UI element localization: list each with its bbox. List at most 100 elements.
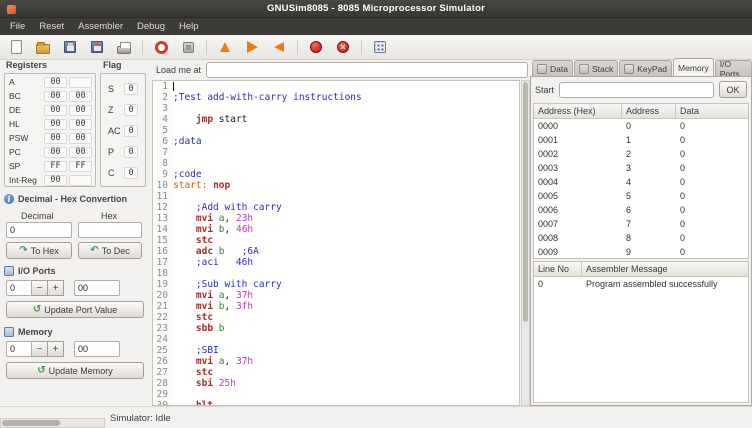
flag-value[interactable]: 0 xyxy=(124,83,138,95)
editor-line[interactable]: 29 xyxy=(153,389,519,400)
step-out-button[interactable] xyxy=(216,38,234,56)
save-as-button[interactable] xyxy=(88,38,106,56)
start-address-input[interactable] xyxy=(559,82,714,98)
io-port-value-input[interactable]: 00 xyxy=(74,280,120,296)
register-value-low[interactable]: FF xyxy=(69,161,92,172)
editor-line[interactable]: 5 xyxy=(153,125,519,136)
register-value-low[interactable]: 00 xyxy=(69,147,92,158)
editor-line[interactable]: 19 ;Sub with carry xyxy=(153,279,519,290)
flag-value[interactable]: 0 xyxy=(124,146,138,158)
editor-line[interactable]: 21 mvi b, 3fh xyxy=(153,301,519,312)
register-value-high[interactable]: 00 xyxy=(44,105,67,116)
editor-line[interactable]: 3 xyxy=(153,103,519,114)
keypad-button[interactable] xyxy=(371,38,389,56)
tab-data[interactable]: Data xyxy=(532,60,573,76)
register-value-high[interactable]: 00 xyxy=(44,147,67,158)
editor-line[interactable]: 8 xyxy=(153,158,519,169)
decimal-input[interactable]: 0 xyxy=(6,222,72,238)
register-value-low[interactable]: 00 xyxy=(69,91,92,102)
editor-line[interactable]: 17 ;aci 46h xyxy=(153,257,519,268)
memory-row[interactable]: 000110 xyxy=(534,133,748,147)
memory-value-input[interactable]: 00 xyxy=(74,341,120,357)
save-button[interactable] xyxy=(61,38,79,56)
register-value-high[interactable]: FF xyxy=(44,161,67,172)
editor-line[interactable]: 11 xyxy=(153,191,519,202)
editor-vertical-scrollbar[interactable] xyxy=(521,80,530,406)
tab-stack[interactable]: Stack xyxy=(574,60,618,76)
stop-button[interactable]: × xyxy=(334,38,352,56)
memory-address-input[interactable]: 0 xyxy=(6,341,32,357)
flag-value[interactable]: 0 xyxy=(124,104,138,116)
register-value-high[interactable]: 00 xyxy=(44,91,67,102)
print-button[interactable] xyxy=(115,38,133,56)
editor-line[interactable]: 24 xyxy=(153,334,519,345)
to-hex-button[interactable]: ↷ To Hex xyxy=(6,242,72,259)
memory-row[interactable]: 000770 xyxy=(534,217,748,231)
step-back-button[interactable] xyxy=(270,38,288,56)
column-header[interactable]: Assembler Message xyxy=(582,262,748,277)
register-value-high[interactable]: 00 xyxy=(44,119,67,130)
message-row[interactable]: 0Program assembled successfully xyxy=(534,277,748,291)
memory-row[interactable]: 000880 xyxy=(534,231,748,245)
editor-line[interactable]: 27 stc xyxy=(153,367,519,378)
column-header[interactable]: Line No xyxy=(534,262,582,277)
editor-line[interactable]: 1 xyxy=(153,81,519,92)
editor-line[interactable]: 7 xyxy=(153,147,519,158)
editor-line[interactable]: 15 stc xyxy=(153,235,519,246)
hex-input[interactable] xyxy=(78,222,142,238)
to-dec-button[interactable]: ↶ To Dec xyxy=(78,242,142,259)
editor-line[interactable]: 20 mvi a, 37h xyxy=(153,290,519,301)
tab-i-o-ports[interactable]: I/O Ports xyxy=(715,60,752,76)
editor-line[interactable]: 12 ;Add with carry xyxy=(153,202,519,213)
converter-section-header[interactable]: i Decimal - Hex Convertion xyxy=(4,194,127,204)
scrollbar-thumb[interactable] xyxy=(2,420,60,426)
menu-reset[interactable]: Reset xyxy=(32,18,71,35)
editor-line[interactable]: 26 mvi a, 37h xyxy=(153,356,519,367)
editor-line[interactable]: 9;code xyxy=(153,169,519,180)
load-me-at-input[interactable] xyxy=(206,62,528,78)
register-value-high[interactable]: 00 xyxy=(44,77,67,88)
editor-line[interactable]: 16 adc b ;6A xyxy=(153,246,519,257)
editor-line[interactable]: 18 xyxy=(153,268,519,279)
memory-row[interactable]: 000990 xyxy=(534,245,748,259)
register-value-low[interactable]: 00 xyxy=(69,133,92,144)
memory-decrement-button[interactable]: − xyxy=(32,341,48,357)
editor-line[interactable]: 22 stc xyxy=(153,312,519,323)
record-button[interactable] xyxy=(307,38,325,56)
memory-row[interactable]: 000000 xyxy=(534,119,748,133)
memory-row[interactable]: 000550 xyxy=(534,189,748,203)
open-button[interactable] xyxy=(34,38,52,56)
tab-memory[interactable]: Memory xyxy=(673,58,714,76)
memory-section-header[interactable]: Memory xyxy=(4,327,53,337)
register-value-low[interactable] xyxy=(69,77,92,88)
new-file-button[interactable] xyxy=(7,38,25,56)
editor-line[interactable]: 2;Test add-with-carry instructions xyxy=(153,92,519,103)
menu-file[interactable]: File xyxy=(3,18,32,35)
editor-line[interactable]: 4 jmp start xyxy=(153,114,519,125)
scrollbar-thumb[interactable] xyxy=(523,82,528,322)
io-port-increment-button[interactable]: + xyxy=(48,280,64,296)
assemble-button[interactable] xyxy=(152,38,170,56)
tab-keypad[interactable]: KeyPad xyxy=(619,60,672,76)
memory-row[interactable]: 000660 xyxy=(534,203,748,217)
app-icon[interactable] xyxy=(7,5,16,14)
column-header[interactable]: Address xyxy=(622,104,676,119)
editor-line[interactable]: 10start: nop xyxy=(153,180,519,191)
editor-line[interactable]: 28 sbi 25h xyxy=(153,378,519,389)
flag-value[interactable]: 0 xyxy=(124,167,138,179)
io-ports-section-header[interactable]: I/O Ports xyxy=(4,266,56,276)
run-button[interactable] xyxy=(243,38,261,56)
register-value-high[interactable]: 00 xyxy=(44,133,67,144)
horizontal-scrollbar[interactable] xyxy=(0,418,105,428)
io-port-decrement-button[interactable]: − xyxy=(32,280,48,296)
editor-line[interactable]: 23 sbb b xyxy=(153,323,519,334)
memory-increment-button[interactable]: + xyxy=(48,341,64,357)
register-value-low[interactable]: 00 xyxy=(69,119,92,130)
menu-debug[interactable]: Debug xyxy=(130,18,172,35)
editor-line[interactable]: 14 mvi b, 46h xyxy=(153,224,519,235)
column-header[interactable]: Address (Hex) xyxy=(534,104,622,119)
ok-button[interactable]: OK xyxy=(719,81,747,98)
editor-line[interactable]: 13 mvi a, 23h xyxy=(153,213,519,224)
io-port-number-input[interactable]: 0 xyxy=(6,280,32,296)
editor-line[interactable]: 25 ;SBI xyxy=(153,345,519,356)
